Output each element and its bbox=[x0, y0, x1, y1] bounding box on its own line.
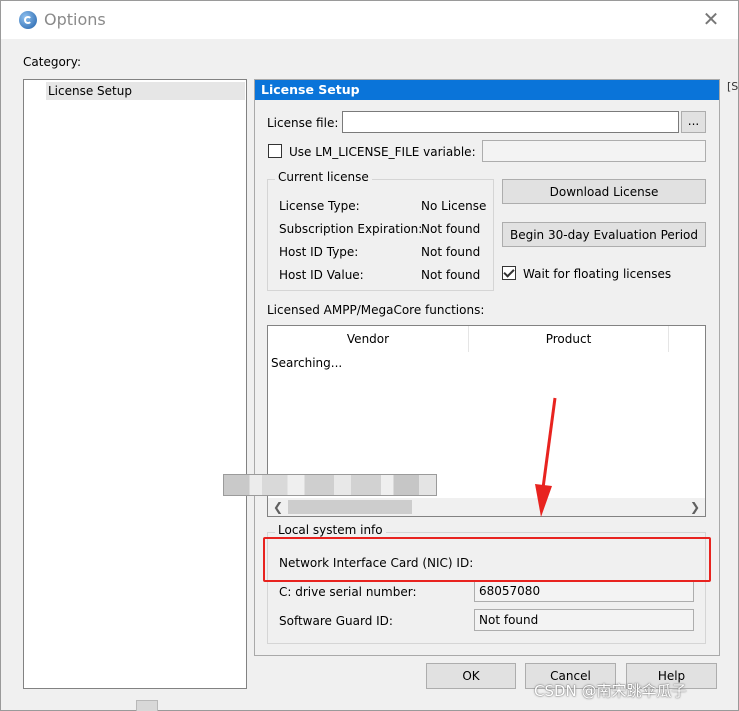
subscription-expiration-label: Subscription Expiration: bbox=[279, 222, 423, 236]
host-id-value-label: Host ID Value: bbox=[279, 268, 364, 282]
scrollbar-thumb[interactable] bbox=[288, 500, 412, 514]
drive-serial-field: 68057080 bbox=[474, 581, 694, 602]
annotation-arrow-icon bbox=[535, 397, 557, 517]
browse-button[interactable]: ... bbox=[681, 111, 706, 133]
ok-button[interactable]: OK bbox=[426, 663, 516, 689]
local-system-info-title: Local system info bbox=[275, 523, 386, 537]
column-header-product[interactable]: Product bbox=[469, 326, 669, 352]
license-file-input[interactable] bbox=[342, 111, 679, 133]
use-env-label: Use LM_LICENSE_FILE variable: bbox=[289, 145, 476, 159]
background-taskbar-fragment bbox=[136, 700, 158, 711]
panel-header: License Setup bbox=[255, 80, 719, 100]
host-id-value-value: Not found bbox=[421, 268, 481, 282]
use-env-checkbox[interactable] bbox=[268, 144, 282, 158]
options-dialog: Options ✕ Category: License Setup Licens… bbox=[0, 0, 739, 711]
background-window-fragment: [S bbox=[727, 80, 739, 93]
column-header-vendor[interactable]: Vendor bbox=[268, 326, 469, 352]
functions-label: Licensed AMPP/MegaCore functions: bbox=[267, 303, 485, 317]
annotation-highlight-box bbox=[263, 537, 711, 582]
software-guard-label: Software Guard ID: bbox=[279, 614, 393, 628]
license-file-label: License file: bbox=[267, 116, 339, 130]
scroll-right-icon[interactable]: ❯ bbox=[687, 498, 703, 516]
wait-floating-label: Wait for floating licenses bbox=[523, 267, 672, 281]
env-variable-field bbox=[482, 140, 706, 162]
window-title: Options bbox=[44, 10, 106, 29]
host-id-type-value: Not found bbox=[421, 245, 481, 259]
license-type-value: No License bbox=[421, 199, 487, 213]
wait-floating-checkbox[interactable] bbox=[502, 266, 516, 280]
evaluation-period-button[interactable]: Begin 30-day Evaluation Period bbox=[502, 222, 706, 247]
subscription-expiration-value: Not found bbox=[421, 222, 481, 236]
host-id-type-label: Host ID Type: bbox=[279, 245, 359, 259]
category-list: License Setup bbox=[23, 79, 247, 689]
download-license-button[interactable]: Download License bbox=[502, 179, 706, 204]
watermark: CSDN @南宋跳伞瓜子 bbox=[534, 682, 687, 700]
title-bar: Options ✕ bbox=[1, 1, 738, 39]
category-item-license-setup[interactable]: License Setup bbox=[46, 82, 245, 100]
scroll-left-icon[interactable]: ❮ bbox=[270, 498, 286, 516]
drive-serial-label: C: drive serial number: bbox=[279, 585, 417, 599]
horizontal-scrollbar[interactable]: ❮ ❯ bbox=[268, 498, 705, 516]
software-guard-field: Not found bbox=[474, 609, 694, 631]
app-globe-icon bbox=[19, 11, 37, 29]
nic-id-field-redacted bbox=[223, 474, 437, 496]
license-type-label: License Type: bbox=[279, 199, 360, 213]
current-license-title: Current license bbox=[275, 170, 372, 184]
table-status: Searching... bbox=[271, 356, 343, 370]
close-icon[interactable]: ✕ bbox=[699, 7, 723, 31]
category-label: Category: bbox=[23, 55, 81, 69]
